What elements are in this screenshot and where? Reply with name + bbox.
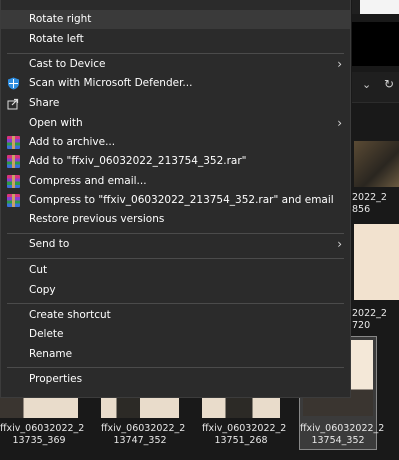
menu-item-label: Scan with Microsoft Defender... bbox=[29, 77, 193, 89]
chevron-right-icon: › bbox=[337, 237, 342, 251]
file-name-line: ffxiv_06032022_2 bbox=[300, 423, 385, 434]
file-name-line: ffxiv_06032022_2 bbox=[202, 423, 287, 434]
menu-separator bbox=[7, 367, 344, 368]
winrar-icon bbox=[7, 175, 20, 188]
menu-item-label: Rename bbox=[29, 348, 73, 360]
menu-item-label: Open with bbox=[29, 117, 83, 129]
chevron-right-icon: › bbox=[337, 57, 342, 71]
file-name-line: 13735_369 bbox=[12, 435, 66, 446]
file-name-line: 13751_268 bbox=[214, 435, 268, 446]
menu-item-add-to-rar[interactable]: Add to "ffxiv_06032022_213754_352.rar" bbox=[1, 152, 350, 171]
menu-item-compress-and-email[interactable]: Compress and email... bbox=[1, 172, 350, 191]
menu-item-add-to-archive[interactable]: Add to archive... bbox=[1, 133, 350, 152]
menu-item-label: Add to "ffxiv_06032022_213754_352.rar" bbox=[29, 155, 247, 167]
file-thumbnail[interactable] bbox=[354, 224, 399, 300]
menu-item-rename[interactable]: Rename bbox=[1, 345, 350, 364]
file-name[interactable]: 2022_2 720 bbox=[352, 308, 399, 332]
menu-item-label: Cast to Device bbox=[29, 58, 106, 70]
menu-item-cut[interactable]: Cut bbox=[1, 261, 350, 280]
file-thumbnail[interactable] bbox=[354, 141, 399, 187]
menu-item-label: Rotate right bbox=[29, 13, 92, 25]
menu-item-label: Copy bbox=[29, 284, 56, 296]
defender-shield-icon bbox=[7, 77, 20, 90]
menu-item-label: Share bbox=[29, 97, 60, 109]
menu-separator bbox=[7, 303, 344, 304]
address-bar-strip: ⌄ ↻ bbox=[352, 72, 399, 103]
menu-item-share[interactable]: Share bbox=[1, 94, 350, 113]
menu-item-label: Create shortcut bbox=[29, 309, 111, 321]
menu-item-open-with[interactable]: Open with › bbox=[1, 114, 350, 133]
title-bar-highlight bbox=[360, 0, 399, 14]
menu-item-properties[interactable]: Properties bbox=[1, 370, 350, 389]
file-name-line: 2022_2 bbox=[352, 192, 387, 203]
menu-item-label: Restore previous versions bbox=[29, 213, 165, 225]
menu-item-create-shortcut[interactable]: Create shortcut bbox=[1, 306, 350, 325]
chevron-down-icon[interactable]: ⌄ bbox=[362, 78, 371, 91]
menu-item-rotate-left[interactable]: Rotate left bbox=[1, 30, 350, 49]
winrar-icon bbox=[7, 194, 20, 207]
file-name[interactable]: ffxiv_06032022_2 13751_268 bbox=[202, 423, 287, 447]
menu-separator bbox=[7, 233, 344, 234]
share-icon bbox=[7, 97, 20, 110]
file-name[interactable]: 2022_2 856 bbox=[352, 192, 399, 216]
winrar-icon bbox=[7, 155, 20, 168]
refresh-icon[interactable]: ↻ bbox=[384, 77, 394, 91]
file-thumbnail[interactable] bbox=[202, 396, 280, 418]
menu-item-label: Compress to "ffxiv_06032022_213754_352.r… bbox=[29, 194, 334, 206]
menu-item-compress-to-rar-email[interactable]: Compress to "ffxiv_06032022_213754_352.r… bbox=[1, 191, 350, 210]
preview-panel bbox=[352, 22, 399, 66]
menu-item-label: Delete bbox=[29, 328, 64, 340]
chevron-right-icon: › bbox=[337, 116, 342, 130]
context-menu: Rotate right Rotate left Cast to Device … bbox=[0, 0, 351, 398]
menu-item-delete[interactable]: Delete bbox=[1, 325, 350, 344]
menu-item-cast-to-device[interactable]: Cast to Device › bbox=[1, 55, 350, 74]
menu-item-rotate-right[interactable]: Rotate right bbox=[1, 10, 350, 29]
menu-item-label: Add to archive... bbox=[29, 136, 116, 148]
winrar-icon bbox=[7, 136, 20, 149]
file-name-line: 13754_352 bbox=[311, 435, 365, 446]
file-name-line: 13747_352 bbox=[113, 435, 167, 446]
menu-item-label: Properties bbox=[29, 373, 83, 385]
file-name-line: ffxiv_06032022_2 bbox=[0, 423, 85, 434]
file-name[interactable]: ffxiv_06032022_2 13747_352 bbox=[101, 423, 186, 447]
menu-item-label: Send to bbox=[29, 238, 70, 250]
menu-item-copy[interactable]: Copy bbox=[1, 281, 350, 300]
title-bar-strip bbox=[352, 0, 399, 14]
file-thumbnail[interactable] bbox=[101, 396, 179, 418]
menu-item-defender[interactable]: Scan with Microsoft Defender... bbox=[1, 74, 350, 93]
file-name-line: ffxiv_06032022_2 bbox=[101, 423, 186, 434]
menu-item-label: Rotate left bbox=[29, 33, 84, 45]
file-name[interactable]: ffxiv_06032022_2 13735_369 bbox=[0, 423, 85, 447]
menu-separator bbox=[7, 258, 344, 259]
menu-item-restore-previous-versions[interactable]: Restore previous versions bbox=[1, 210, 350, 229]
menu-separator bbox=[7, 53, 344, 54]
file-name[interactable]: ffxiv_06032022_2 13754_352 bbox=[300, 423, 385, 447]
file-name-line: 2022_2 bbox=[352, 308, 387, 319]
file-name-line: 856 bbox=[352, 204, 371, 215]
menu-item-label: Cut bbox=[29, 264, 48, 276]
file-name-line: 720 bbox=[352, 320, 371, 331]
file-thumbnail[interactable] bbox=[0, 396, 78, 418]
menu-item-label: Compress and email... bbox=[29, 175, 147, 187]
menu-item-send-to[interactable]: Send to › bbox=[1, 235, 350, 254]
